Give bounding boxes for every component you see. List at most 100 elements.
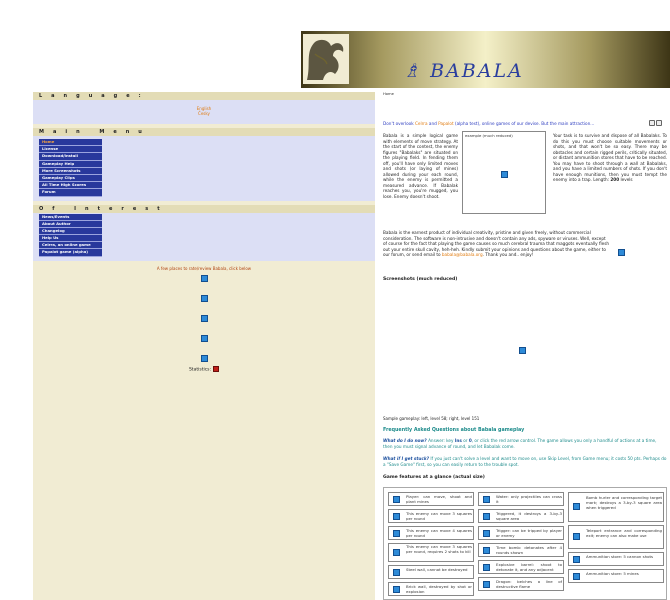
steel-wall-icon [393, 569, 400, 576]
dragon-icon [483, 581, 490, 588]
main-menu: Home License Download/Install Gameplay H… [33, 136, 375, 201]
description-end: . Thank you and.. enjoy! [482, 252, 534, 258]
menu-item-help-us[interactable]: Help Us [39, 235, 102, 243]
faq-answer: or [461, 438, 469, 443]
trigger-icon [483, 530, 490, 537]
menu-item-home[interactable]: Home [39, 139, 102, 147]
feature-cell: Bomb hurler and corresponding target mar… [568, 492, 664, 522]
interest-menu: News/Events About Author Changelog Help … [33, 212, 375, 261]
site-logo[interactable]: ♗ BABALA [403, 60, 524, 82]
barrel-icon [483, 564, 490, 571]
intro-left-text: Babala is a simple logical game with ele… [383, 133, 458, 199]
rating-site-icon[interactable] [200, 294, 208, 302]
faq-item: What do I do now? Answer: key Ins or 0, … [383, 438, 667, 449]
feature-cell: Brick wall, destroyed by shot or explosi… [388, 582, 474, 596]
menu-item-high-scores[interactable]: All Time High Scores [39, 182, 102, 190]
feature-text: Brick wall, destroyed by shot or explosi… [406, 584, 472, 594]
rate-section: A few places to rate/review Babala, clic… [33, 261, 375, 373]
feature-cell: Trigger: can be tripped by player or ene… [478, 526, 564, 540]
feature-text: Explosive barrel: shoot to detonate it, … [496, 562, 562, 572]
features-column: Bomb hurler and corresponding target mar… [568, 492, 664, 586]
menu-item-gameplay-help[interactable]: Gameplay Help [39, 160, 102, 168]
menu-item-changelog[interactable]: Changelog [39, 227, 102, 236]
intro-right-text: Your task is to survive and dispose of a… [553, 133, 667, 183]
menu-item-about-author[interactable]: About Author [39, 220, 102, 228]
menu-item-screenshots[interactable]: More Screenshots [39, 167, 102, 175]
promo-text: and [427, 121, 439, 126]
feature-text: Time bomb: detonates after 4 rounds show… [496, 545, 562, 555]
faq-key: Ins [454, 438, 462, 443]
menu-item-papalot[interactable]: Papalot game (alpha) [39, 249, 102, 257]
faq-question: What if I get stuck? [383, 456, 430, 461]
celrra-link[interactable]: Celrra [415, 121, 428, 126]
language-link-english[interactable]: English [33, 100, 375, 111]
feature-cell: This enemy can move 3 squares per round,… [388, 543, 474, 562]
feature-cell: This enemy can move 4 squares per round [388, 526, 474, 540]
sidebar: Language: English Česky Main Menu Home L… [33, 92, 375, 600]
figure-caption: example (much reduced) [465, 133, 513, 138]
feature-cell: This enemy can move 3 squares per round [388, 509, 474, 523]
menu-item-download[interactable]: Download/Install [39, 153, 102, 161]
description-paragraph: Babala is the earnest product of individ… [383, 230, 611, 258]
enemy-icon [393, 530, 400, 537]
intro-right-suffix: levels [619, 177, 633, 182]
statistics: Statistics: [33, 365, 375, 372]
griffin-ornament-icon [303, 34, 349, 84]
feature-cell: Steel wall, cannot be destroyed [388, 565, 474, 579]
screenshots-image-icon[interactable] [519, 347, 526, 354]
feature-text: Dragon: belches a line of destructive fl… [496, 579, 562, 589]
faq-question: What do I do now? [383, 438, 427, 443]
feature-text: Water: only projectiles can cross it [496, 494, 562, 504]
feature-cell: Ammunition store: 5 mines [568, 569, 664, 583]
faq-title[interactable]: Frequently Asked Questions about Babala … [383, 428, 524, 433]
language-selector: English Česky [33, 100, 375, 124]
breadcrumb: Home [383, 92, 394, 96]
feature-cell: Dragon: belches a line of destructive fl… [478, 577, 564, 591]
features-table: Player: can move, shoot and plant mines … [383, 487, 667, 600]
time-bomb-icon [483, 547, 490, 554]
rating-site-icon[interactable] [200, 274, 208, 282]
feature-text: Ammunition store: 5 cannon shots [586, 554, 654, 559]
screenshots-heading: Screenshots (much reduced) [383, 277, 458, 282]
rating-site-icon[interactable] [200, 334, 208, 342]
feature-text: Steel wall, cannot be destroyed [406, 567, 468, 572]
features-column: Player: can move, shoot and plant mines … [388, 492, 474, 599]
intro-section: Babala is a simple logical game with ele… [383, 131, 667, 227]
promo-text: Don't overlook [383, 121, 415, 126]
feature-text: Ammunition store: 5 mines [586, 571, 639, 576]
promo-line: Don't overlook Celrra and Papalot (alpha… [383, 121, 667, 126]
features-heading: Game features at a glance (actual size) [383, 475, 485, 480]
bomb-hurler-icon [573, 503, 580, 510]
screenshots-caption: Sample gameplay: left, level 58; right, … [383, 416, 480, 421]
menu-item-forum[interactable]: Forum [39, 189, 102, 197]
feature-cell: Time bomb: detonates after 4 rounds show… [478, 543, 564, 557]
feature-text: Triggered, it destroys a 3-by-3 square a… [496, 511, 562, 521]
feature-text: This enemy can move 3 squares per round,… [406, 544, 472, 554]
papalot-link[interactable]: Papalot [438, 121, 454, 126]
faq-answer: Answer: key [426, 438, 455, 443]
feature-text: Trigger: can be tripped by player or ene… [496, 528, 562, 538]
contact-email-link[interactable]: babala@babala.org [442, 252, 483, 257]
feature-text: This enemy can move 3 squares per round [406, 511, 472, 521]
rating-site-icon[interactable] [200, 354, 208, 362]
feature-cell: Triggered, it destroys a 3-by-3 square a… [478, 509, 564, 523]
example-image-icon[interactable] [501, 171, 508, 178]
language-link-czech[interactable]: Česky [33, 111, 375, 116]
level-count: 200 [610, 177, 620, 182]
faq-item: What if I get stuck? If you just can't s… [383, 456, 667, 467]
feature-text: Teleport entrance and corresponding exit… [586, 528, 662, 538]
feature-cell: Explosive barrel: shoot to detonate it, … [478, 560, 564, 574]
example-figure: example (much reduced) [462, 131, 546, 214]
statistics-counter-icon[interactable] [213, 365, 220, 372]
rate-text: A few places to rate/review Babala, clic… [156, 265, 252, 271]
main-content: Home Don't overlook Celrra and Papalot (… [383, 92, 667, 600]
menu-item-celrra[interactable]: Celrra, an online game [39, 242, 102, 250]
description-image-icon[interactable] [618, 249, 625, 256]
ammo-store-icon [573, 573, 580, 580]
menu-item-news[interactable]: News/Events [39, 213, 102, 221]
menu-item-gameplay-clips[interactable]: Gameplay Clips [39, 174, 102, 183]
rating-site-icon[interactable] [200, 314, 208, 322]
enemy-icon [393, 513, 400, 520]
feature-text: This enemy can move 4 squares per round [406, 528, 472, 538]
menu-item-license[interactable]: License [39, 146, 102, 154]
